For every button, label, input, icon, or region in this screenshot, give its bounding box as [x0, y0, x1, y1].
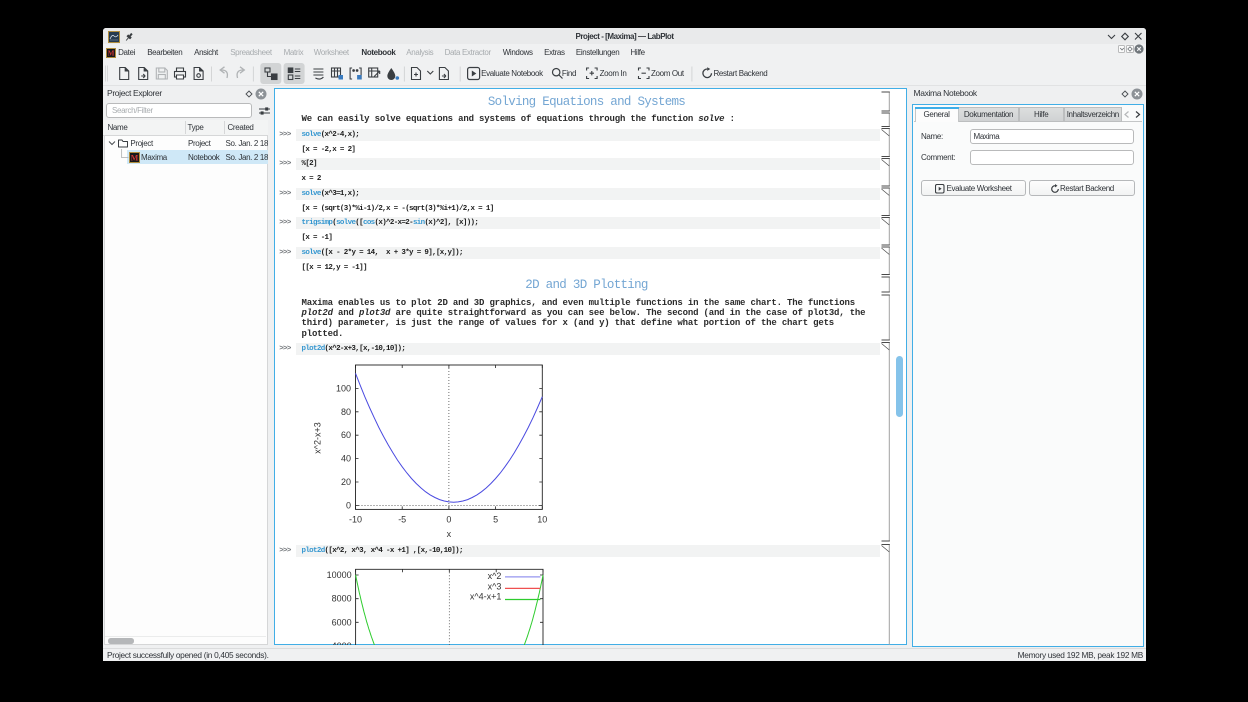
svg-text:40: 40	[341, 454, 351, 464]
svg-text:4000: 4000	[332, 641, 352, 645]
svg-text:-5: -5	[398, 515, 406, 525]
svg-text:x^2: x^2	[488, 571, 502, 581]
svg-text:60: 60	[341, 430, 351, 440]
svg-text:-10: -10	[349, 515, 362, 525]
svg-text:x: x	[447, 529, 452, 539]
svg-text:8000: 8000	[332, 594, 352, 604]
svg-text:80: 80	[341, 407, 351, 417]
svg-text:M: M	[107, 50, 114, 58]
svg-text:x^4-x+1: x^4-x+1	[470, 592, 502, 602]
svg-text:100: 100	[336, 383, 351, 393]
svg-text:6000: 6000	[332, 617, 352, 627]
svg-text:20: 20	[341, 477, 351, 487]
svg-text:M: M	[131, 153, 139, 162]
svg-text:x^2-x+3: x^2-x+3	[313, 422, 323, 454]
svg-text:0: 0	[446, 515, 451, 525]
svg-text:10: 10	[537, 515, 547, 525]
svg-text:0: 0	[346, 500, 351, 510]
svg-text:5: 5	[493, 515, 498, 525]
svg-text:x^3: x^3	[488, 582, 502, 592]
svg-text:10000: 10000	[327, 570, 352, 580]
